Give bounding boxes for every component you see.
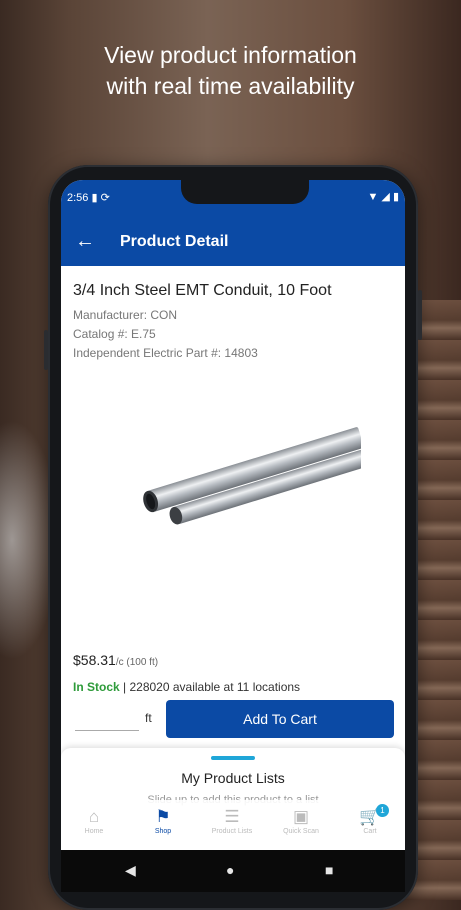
nav-label-quick-scan: Quick Scan [283,828,319,835]
title-row: ← Product Detail [61,228,405,258]
price: $58.31/c (100 ft) [73,652,158,668]
stock-status: In Stock [73,680,120,694]
home-icon: ⌂ [88,807,100,826]
bottom-nav: ⌂ Home ⚑ Shop ☰ Product Lists ▣ Quick Sc… [61,800,405,850]
availability-text: | 228020 available at 11 locations [123,680,301,694]
quantity-input[interactable] [75,706,139,731]
scan-icon: ▣ [292,807,310,826]
tag-icon: ⚑ [155,807,171,826]
nav-item-shop[interactable]: ⚑ Shop [133,806,193,835]
product-image [143,427,361,525]
android-nav-bar: ◀ ● ■ [61,850,405,892]
quantity-unit: ft [145,711,152,725]
status-time: 2:56 [67,192,89,204]
back-arrow-icon[interactable]: ← [75,230,95,253]
status-icons: ▼ ◢ ▮ [367,190,399,203]
product-part-number: Independent Electric Part #: 14803 [73,346,258,360]
product-manufacturer: Manufacturer: CON [73,308,178,322]
back-triangle-icon[interactable]: ◀ [125,862,136,879]
promo-line-1: View product information [104,42,357,68]
sim-icon: ▮ [91,192,98,204]
nav-item-cart[interactable]: 🛒 1 Cart [340,804,400,835]
home-circle-icon[interactable]: ● [226,862,234,878]
product-name: 3/4 Inch Steel EMT Conduit, 10 Foot [73,282,332,299]
sheet-title: My Product Lists [181,770,285,786]
price-unit: /c (100 ft) [115,657,159,668]
battery-icon: ▮ [392,191,399,203]
nav-label-shop: Shop [154,828,172,835]
nav-label-cart: Cart [363,828,377,835]
nav-label-home: Home [84,828,104,835]
camera-notch [181,180,309,204]
power-button [418,290,422,340]
list-icon: ☰ [224,807,240,826]
price-value: $58.31 [73,652,116,668]
product-lists-sheet[interactable]: My Product Lists Slide up to add this pr… [61,748,405,808]
product-catalog: Catalog #: E.75 [73,327,156,341]
page-title: Product Detail [120,233,229,250]
sheet-handle[interactable] [211,756,255,760]
add-to-cart-button[interactable]: Add To Cart [166,700,394,738]
promo-line-2: with real time availability [106,73,355,99]
cart-icon: 🛒 [359,807,381,826]
nav-label-product-lists: Product Lists [211,828,253,835]
nav-item-product-lists[interactable]: ☰ Product Lists [202,806,262,835]
signal-icon: ◢ [381,191,390,203]
app-bar: 2:56 ▮ ⟳ ▼ ◢ ▮ ← Product Detail [61,180,405,266]
app-screen: 2:56 ▮ ⟳ ▼ ◢ ▮ ← Product Detail 3/4 Inch… [61,180,405,850]
recents-square-icon[interactable]: ■ [325,862,333,878]
promo-headline: View product information with real time … [0,40,461,102]
wifi-icon: ▼ [367,191,379,203]
sync-icon: ⟳ [100,192,110,204]
volume-button [44,330,48,370]
stock-row: In Stock | 228020 available at 11 locati… [73,680,300,694]
status-bar: 2:56 ▮ ⟳ [67,191,110,204]
nav-item-quick-scan[interactable]: ▣ Quick Scan [271,806,331,835]
nav-item-home[interactable]: ⌂ Home [64,806,124,835]
cart-count-badge: 1 [376,804,389,817]
